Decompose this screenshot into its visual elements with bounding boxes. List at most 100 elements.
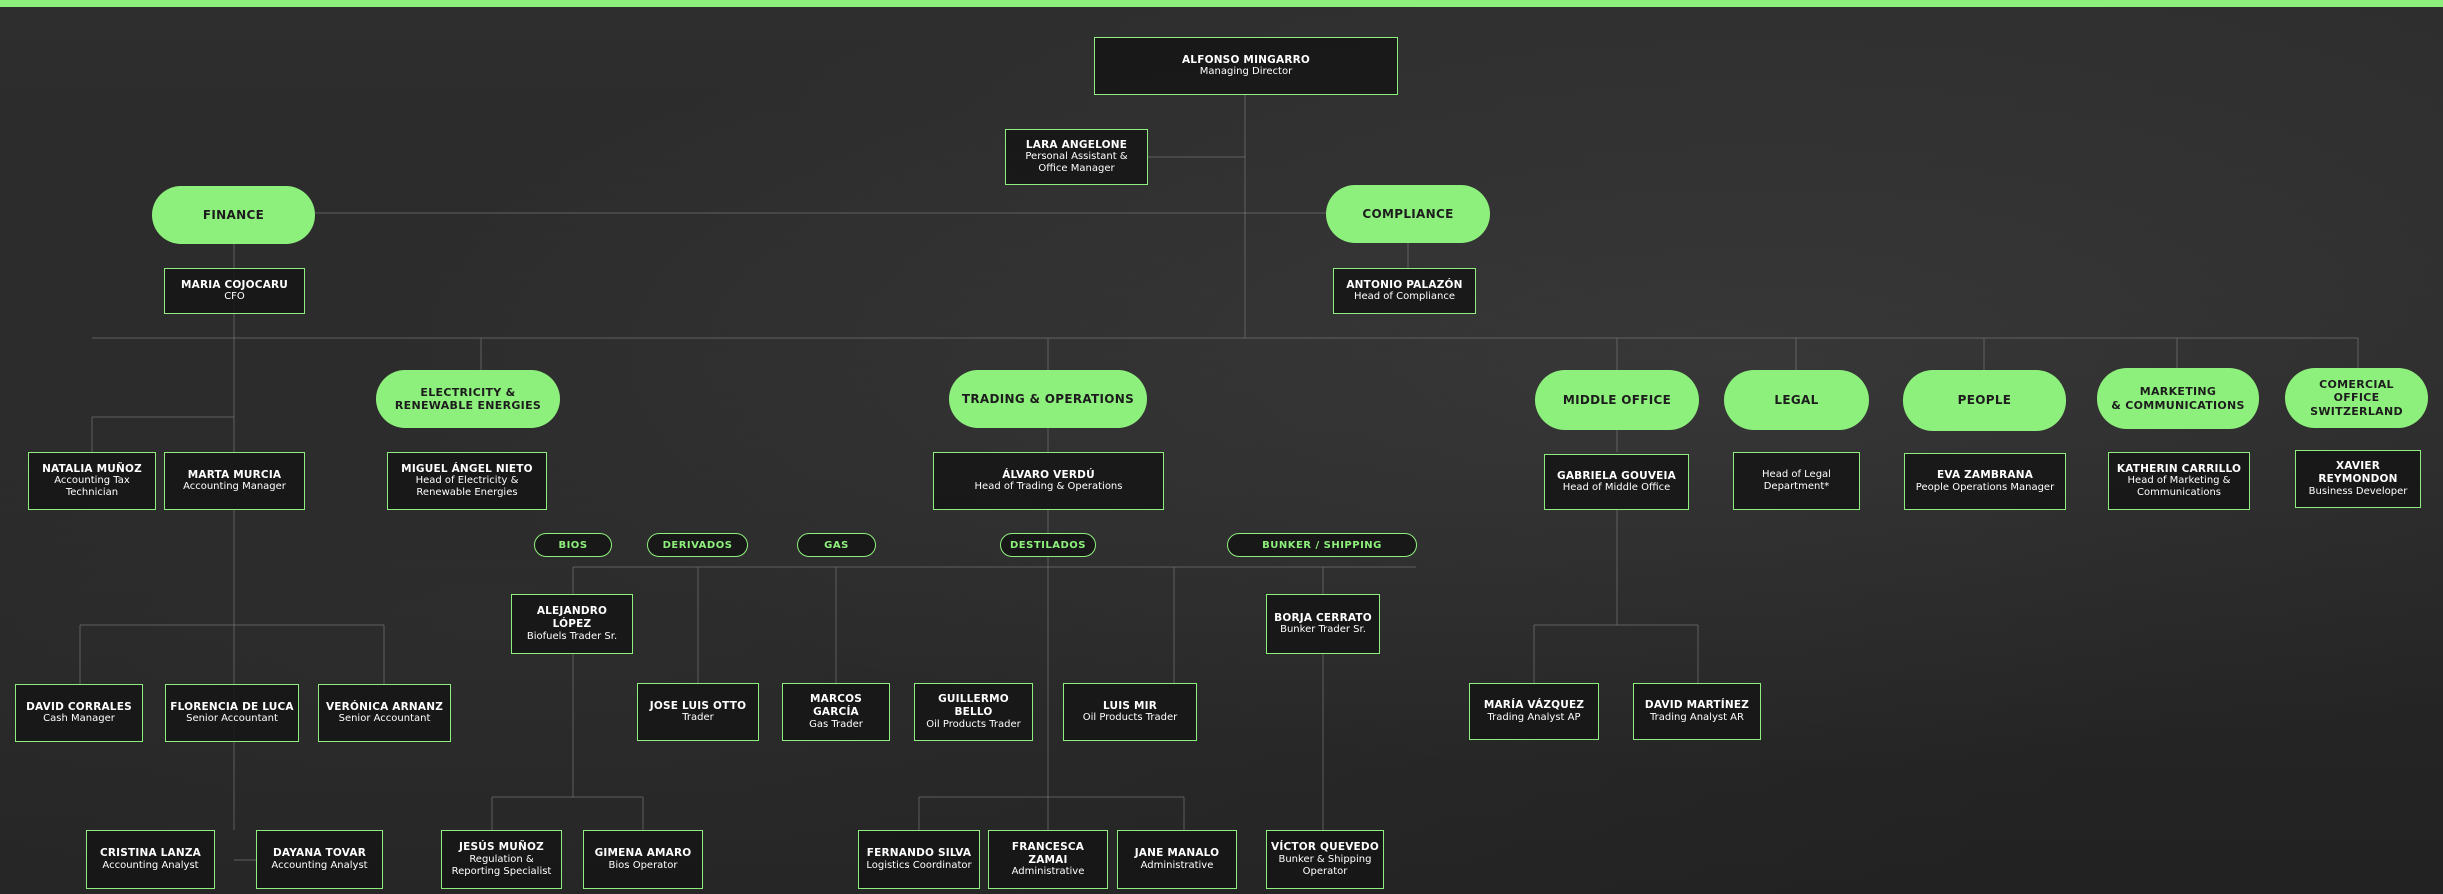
org-connector-lines [79,95,2359,861]
person-role: Head of Marketing & Communications [2127,475,2231,499]
person-card[interactable]: NATALIA MUÑOZ Accounting Tax Technician [28,452,156,510]
person-name: VERÓNICA ARNANZ [325,700,444,713]
person-role: Administrative [1140,859,1214,871]
person-name: JANE MANALO [1134,847,1220,860]
person-role: Accounting Tax Technician [54,475,130,499]
department-legal[interactable]: LEGAL [1724,370,1869,430]
person-card[interactable]: MARÍA VÁZQUEZ Trading Analyst AP [1469,683,1599,740]
person-card[interactable]: VERÓNICA ARNANZ Senior Accountant [318,684,451,742]
person-role: Business Developer [2308,485,2408,497]
person-card[interactable]: ÁLVARO VERDÚ Head of Trading & Operation… [933,452,1164,510]
department-middle-office[interactable]: MIDDLE OFFICE [1535,370,1699,430]
person-role: Trading Analyst AP [1487,711,1581,723]
person-card[interactable]: ALEJANDRO LÓPEZ Biofuels Trader Sr. [511,594,633,654]
person-card[interactable]: FRANCESCA ZAMAI Administrative [988,830,1108,889]
person-card[interactable]: DAYANA TOVAR Accounting Analyst [256,830,383,889]
person-role: Logistics Coordinator [866,859,972,871]
person-role: Accounting Analyst [271,859,368,871]
department-electricity-renewables[interactable]: ELECTRICITY & RENEWABLE ENERGIES [376,370,560,428]
person-name: FERNANDO SILVA [866,847,972,860]
person-role: Bios Operator [608,859,678,871]
person-name: FRANCESCA ZAMAI [1011,840,1085,866]
person-card[interactable]: GIMENA AMARO Bios Operator [583,830,703,889]
person-name: DAVID MARTÍNEZ [1644,699,1750,712]
person-name: MARÍA VÁZQUEZ [1483,699,1585,712]
desk-destilados[interactable]: DESTILADOS [1000,533,1096,557]
person-card[interactable]: Head of Legal Department* [1733,452,1860,510]
person-card[interactable]: DAVID CORRALES Cash Manager [15,684,143,742]
person-card[interactable]: LUIS MIR Oil Products Trader [1063,683,1197,741]
person-role: Gas Trader [809,718,863,730]
person-card[interactable]: FERNANDO SILVA Logistics Coordinator [858,830,980,889]
department-compliance[interactable]: COMPLIANCE [1326,185,1490,243]
person-role: Bunker & Shipping Operator [1278,853,1372,877]
person-card[interactable]: ANTONIO PALAZÓN Head of Compliance [1333,268,1476,314]
person-role: Bunker Trader Sr. [1280,624,1366,636]
person-role: Personal Assistant & Office Manager [1025,151,1128,175]
person-card[interactable]: GUILLERMO BELLO Oil Products Trader [914,683,1033,741]
person-name: MARIA COJOCARU [180,278,289,291]
person-role: Head of Compliance [1353,291,1455,303]
person-role: Head of Trading & Operations [974,481,1123,493]
person-role: Oil Products Trader [1082,712,1178,724]
person-card[interactable]: MARCOS GARCÍA Gas Trader [782,683,890,741]
person-role: Senior Accountant [338,713,431,725]
person-card[interactable]: CRISTINA LANZA Accounting Analyst [86,830,215,889]
person-role: Head of Legal Department* [1762,469,1831,492]
person-role: Senior Accountant [186,713,278,725]
person-name: LUIS MIR [1102,699,1157,712]
person-role: Administrative [1011,866,1085,878]
person-name: MARTA MURCIA [187,468,282,481]
person-card[interactable]: VÍCTOR QUEVEDO Bunker & Shipping Operato… [1266,830,1384,889]
person-name: JOSE LUIS OTTO [649,699,747,712]
desk-bios[interactable]: BIOS [534,533,612,557]
person-role: Cash Manager [43,713,115,725]
person-role: Trading Analyst AR [1650,711,1744,723]
desk-bunker-shipping[interactable]: BUNKER / SHIPPING [1227,533,1417,557]
person-card[interactable]: KATHERIN CARRILLO Head of Marketing & Co… [2108,452,2250,510]
person-card[interactable]: MARTA MURCIA Accounting Manager [164,452,305,510]
person-name: CRISTINA LANZA [99,847,202,860]
person-name: GUILLERMO BELLO [938,693,1009,718]
department-people[interactable]: PEOPLE [1903,370,2066,431]
person-role: Managing Director [1199,66,1293,78]
person-card[interactable]: XAVIER REYMONDON Business Developer [2295,450,2421,508]
desk-derivados[interactable]: DERIVADOS [647,533,748,557]
person-name: FLORENCIA DE LUCA [170,700,294,713]
person-card[interactable]: FLORENCIA DE LUCA Senior Accountant [165,684,299,742]
person-name: JESÚS MUÑOZ [459,841,544,854]
person-role: Regulation & Reporting Specialist [451,853,552,877]
person-role: Accounting Manager [183,481,286,493]
person-name: ÁLVARO VERDÚ [1002,468,1095,481]
department-trading-operations[interactable]: TRADING & OPERATIONS [949,370,1147,428]
person-name: BORJA CERRATO [1274,611,1372,624]
person-name: KATHERIN CARRILLO [2116,462,2242,475]
person-name: MARCOS GARCÍA [809,693,863,718]
person-name: XAVIER REYMONDON [2318,460,2398,485]
department-commercial-switzerland[interactable]: COMERCIAL OFFICE SWITZERLAND [2285,368,2428,428]
person-role: Head of Middle Office [1562,482,1671,494]
person-card[interactable]: GABRIELA GOUVEIA Head of Middle Office [1544,454,1689,510]
person-card[interactable]: ALFONSO MINGARRO Managing Director [1094,37,1398,95]
department-finance[interactable]: FINANCE [152,186,315,244]
person-card[interactable]: DAVID MARTÍNEZ Trading Analyst AR [1633,683,1761,740]
person-name: DAYANA TOVAR [273,847,366,860]
person-name: ALEJANDRO LÓPEZ [536,605,608,630]
person-role: Oil Products Trader [926,718,1021,730]
person-name: ALFONSO MINGARRO [1181,53,1311,66]
person-card[interactable]: MIGUEL ÁNGEL NIETO Head of Electricity &… [387,452,547,510]
person-card[interactable]: JOSE LUIS OTTO Trader [637,683,759,741]
person-card[interactable]: EVA ZAMBRANA People Operations Manager [1904,453,2066,510]
person-role: Biofuels Trader Sr. [526,630,618,642]
desk-gas[interactable]: GAS [797,533,876,557]
person-name: EVA ZAMBRANA [1936,469,2034,482]
person-card[interactable]: JANE MANALO Administrative [1117,830,1237,889]
person-role: People Operations Manager [1915,481,2055,493]
person-role: CFO [224,291,245,303]
person-card[interactable]: LARA ANGELONE Personal Assistant & Offic… [1005,129,1148,185]
person-role: Trader [682,712,714,724]
person-card[interactable]: MARIA COJOCARU CFO [164,268,305,314]
person-card[interactable]: JESÚS MUÑOZ Regulation & Reporting Speci… [441,830,562,889]
person-card[interactable]: BORJA CERRATO Bunker Trader Sr. [1266,594,1380,654]
department-marketing-communications[interactable]: MARKETING & COMMUNICATIONS [2097,368,2259,429]
